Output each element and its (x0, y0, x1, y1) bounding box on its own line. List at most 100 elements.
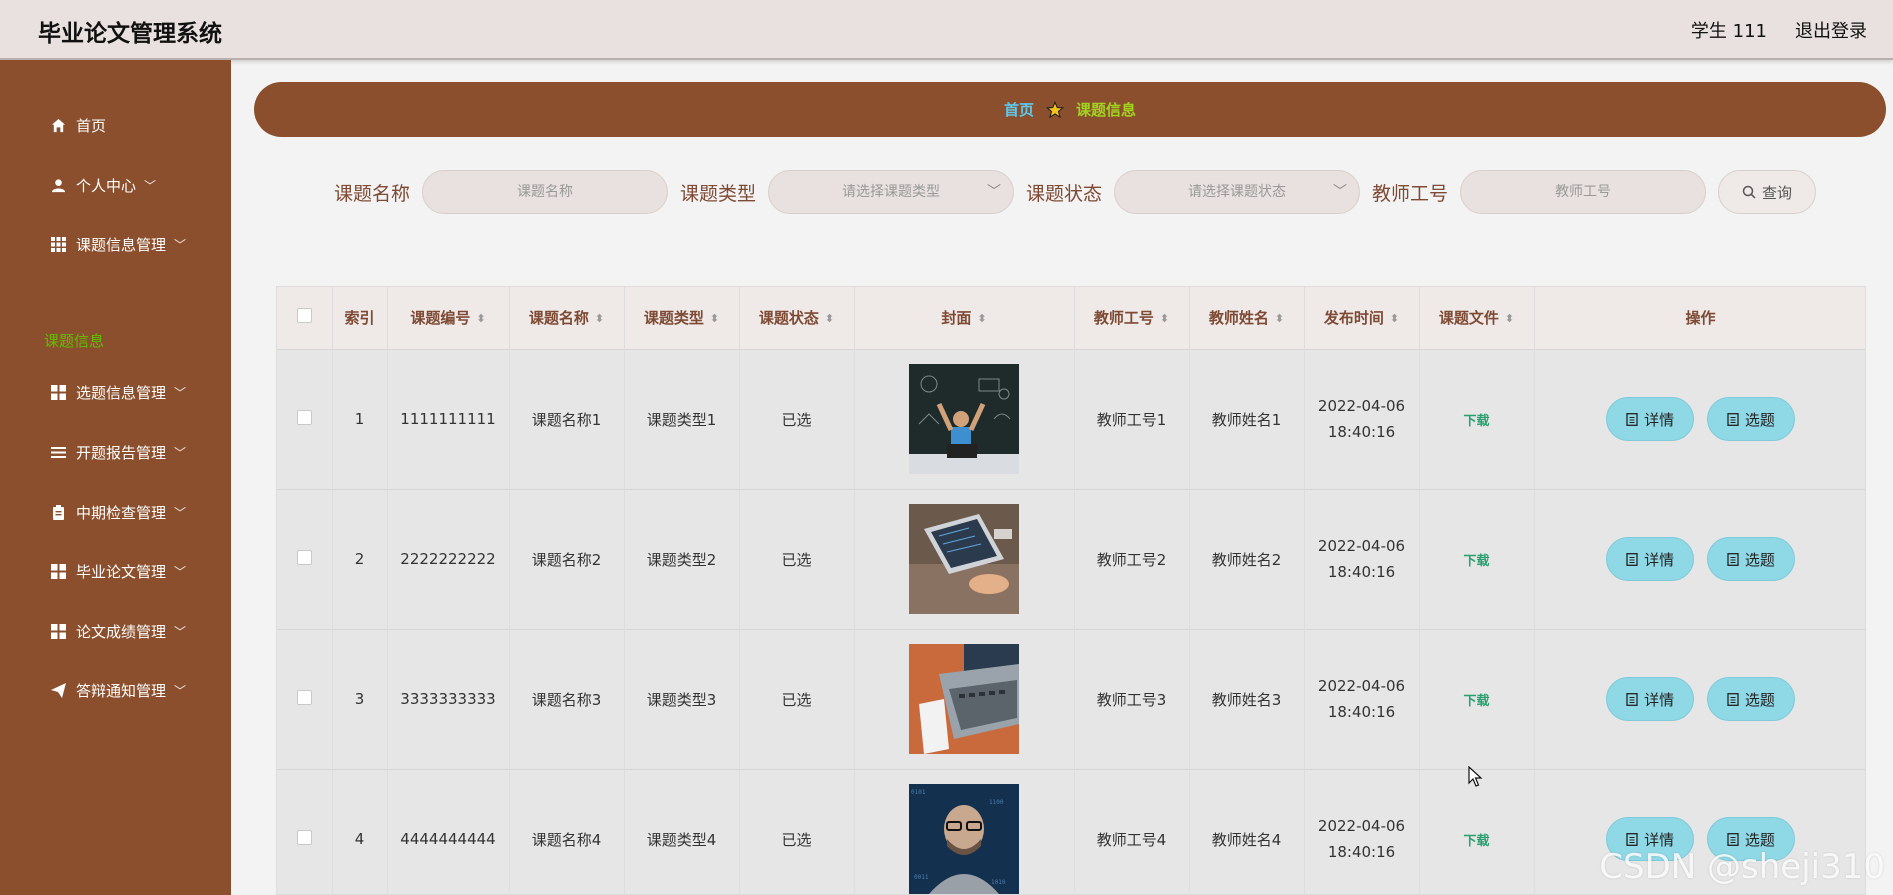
sidebar-item-label: 个人中心 (76, 176, 137, 195)
query-button[interactable]: 查询 (1718, 170, 1817, 214)
sort-icon[interactable]: ⬍ (977, 312, 986, 325)
apps-icon (50, 563, 66, 579)
cell-status: 已选 (739, 769, 855, 894)
col-code-label: 课题编号 (410, 309, 471, 328)
cell-teacher-name: 教师姓名2 (1189, 489, 1305, 629)
cell-cover: 0101 1100 0011 1010 (854, 769, 1075, 894)
grid-icon (50, 236, 66, 252)
cell-teacher-name: 教师姓名1 (1189, 349, 1305, 489)
select-topic-button[interactable]: 选题 (1706, 397, 1795, 441)
cover-image[interactable] (909, 364, 1019, 474)
col-teacher-id[interactable]: 教师工号 ⬍ (1074, 287, 1190, 349)
document-icon (1727, 832, 1739, 846)
publish-date: 2022-04-06 (1317, 397, 1406, 415)
sort-icon[interactable]: ⬍ (825, 312, 834, 325)
sidebar-subitem-topic-info[interactable]: 课题信息 (44, 330, 104, 351)
sidebar-item-defense-notice-management[interactable]: 答辩通知管理 ﹀ (0, 670, 231, 710)
topic-name-label: 课题名称 (334, 182, 411, 205)
cell-code: 4444444444 (387, 769, 510, 894)
row-checkbox[interactable] (296, 829, 312, 845)
detail-button-label: 详情 (1644, 410, 1675, 429)
cell-code: 1111111111 (387, 349, 510, 489)
download-link[interactable]: 下载 (1463, 414, 1489, 429)
download-link[interactable]: 下载 (1463, 694, 1489, 709)
topic-type-select[interactable]: 请选择课题类型 ﹀ (768, 170, 1015, 214)
col-publish-time[interactable]: 发布时间 ⬍ (1304, 287, 1420, 349)
topic-status-placeholder: 请选择课题状态 (1188, 184, 1287, 200)
sidebar-item-label: 课题信息管理 (76, 235, 167, 254)
sort-icon[interactable]: ⬍ (710, 312, 719, 325)
cell-publish-time: 2022-04-06 18:40:16 (1304, 769, 1420, 894)
cell-name: 课题名称4 (509, 769, 625, 894)
sidebar-item-grade-management[interactable]: 论文成绩管理 ﹀ (0, 611, 231, 651)
sidebar-item-personal-center[interactable]: 个人中心 ﹀ (0, 165, 231, 205)
select-topic-button[interactable]: 选题 (1706, 677, 1795, 721)
sidebar-item-home[interactable]: 首页 (0, 105, 231, 145)
sidebar-item-thesis-management[interactable]: 毕业论文管理 ﹀ (0, 551, 231, 591)
cell-type: 课题类型1 (624, 349, 740, 489)
select-all-checkbox[interactable] (296, 308, 312, 324)
list-icon (50, 444, 66, 460)
cell-status: 已选 (739, 349, 855, 489)
row-checkbox[interactable] (296, 689, 312, 705)
col-name[interactable]: 课题名称 ⬍ (509, 287, 625, 349)
cell-cover (854, 629, 1075, 769)
sidebar-item-midterm-management[interactable]: 中期检查管理 ﹀ (0, 492, 231, 532)
cell-teacher-name: 教师姓名3 (1189, 629, 1305, 769)
svg-text:1100: 1100 (989, 799, 1004, 806)
cell-actions: 详情 选题 (1534, 349, 1865, 489)
sort-icon[interactable]: ⬍ (1505, 312, 1514, 325)
col-type-label: 课题类型 (643, 309, 704, 328)
cell-type: 课题类型2 (624, 489, 740, 629)
cover-image[interactable] (909, 504, 1019, 614)
sort-icon[interactable]: ⬍ (1275, 312, 1284, 325)
sidebar-item-selection-management[interactable]: 选题信息管理 ﹀ (0, 372, 231, 412)
sort-icon[interactable]: ⬍ (476, 312, 485, 325)
mouse-cursor-icon (1468, 766, 1483, 787)
col-status[interactable]: 课题状态 ⬍ (739, 287, 855, 349)
cell-actions: 详情 选题 (1534, 489, 1865, 629)
detail-button[interactable]: 详情 (1606, 537, 1695, 581)
sort-icon[interactable]: ⬍ (595, 312, 604, 325)
cell-teacher-id: 教师工号2 (1074, 489, 1190, 629)
col-file[interactable]: 课题文件 ⬍ (1419, 287, 1535, 349)
document-icon (1626, 412, 1638, 426)
col-teacher-name-label: 教师姓名 (1208, 309, 1269, 328)
chevron-down-icon: ﹀ (174, 564, 187, 579)
download-link[interactable]: 下载 (1463, 834, 1489, 849)
row-checkbox[interactable] (296, 549, 312, 565)
sidebar-item-proposal-management[interactable]: 开题报告管理 ﹀ (0, 432, 231, 472)
detail-button[interactable]: 详情 (1606, 397, 1695, 441)
cell-status: 已选 (739, 489, 855, 629)
breadcrumb-home[interactable]: 首页 (1004, 99, 1034, 120)
teacher-id-input[interactable]: 教师工号 (1460, 170, 1707, 214)
chevron-down-icon: ﹀ (987, 184, 1002, 200)
query-button-label: 查询 (1762, 183, 1793, 202)
logout-link[interactable]: 退出登录 (1795, 17, 1867, 43)
row-checkbox[interactable] (296, 409, 312, 425)
chevron-down-icon: ﹀ (174, 385, 187, 400)
cell-name: 课题名称2 (509, 489, 625, 629)
table-row: 1 1111111111 课题名称1 课题类型1 已选 教师工号1 教师姓名1 … (277, 349, 1865, 489)
col-teacher-name[interactable]: 教师姓名 ⬍ (1189, 287, 1305, 349)
publish-date: 2022-04-06 (1317, 817, 1406, 836)
chevron-down-icon: ﹀ (174, 445, 187, 460)
sidebar-item-topic-management[interactable]: 课题信息管理 ﹀ (0, 224, 231, 264)
document-icon (1626, 692, 1638, 706)
col-type[interactable]: 课题类型 ⬍ (624, 287, 740, 349)
cover-image[interactable] (909, 644, 1019, 754)
sort-icon[interactable]: ⬍ (1160, 312, 1169, 325)
cell-publish-time: 2022-04-06 18:40:16 (1304, 629, 1420, 769)
col-code[interactable]: 课题编号 ⬍ (387, 287, 510, 349)
user-icon (50, 177, 66, 193)
sort-icon[interactable]: ⬍ (1390, 312, 1399, 325)
select-topic-button[interactable]: 选题 (1706, 537, 1795, 581)
cover-image[interactable]: 0101 1100 0011 1010 (909, 784, 1019, 894)
topic-name-input[interactable]: 课题名称 (422, 170, 669, 214)
breadcrumb-current: 课题信息 (1076, 101, 1137, 119)
detail-button[interactable]: 详情 (1606, 677, 1695, 721)
download-link[interactable]: 下载 (1463, 554, 1489, 569)
watermark: CSDN @sheji310 (1599, 847, 1885, 887)
col-cover[interactable]: 封面 ⬍ (854, 287, 1075, 349)
topic-status-select[interactable]: 请选择课题状态 ﹀ (1114, 170, 1361, 214)
